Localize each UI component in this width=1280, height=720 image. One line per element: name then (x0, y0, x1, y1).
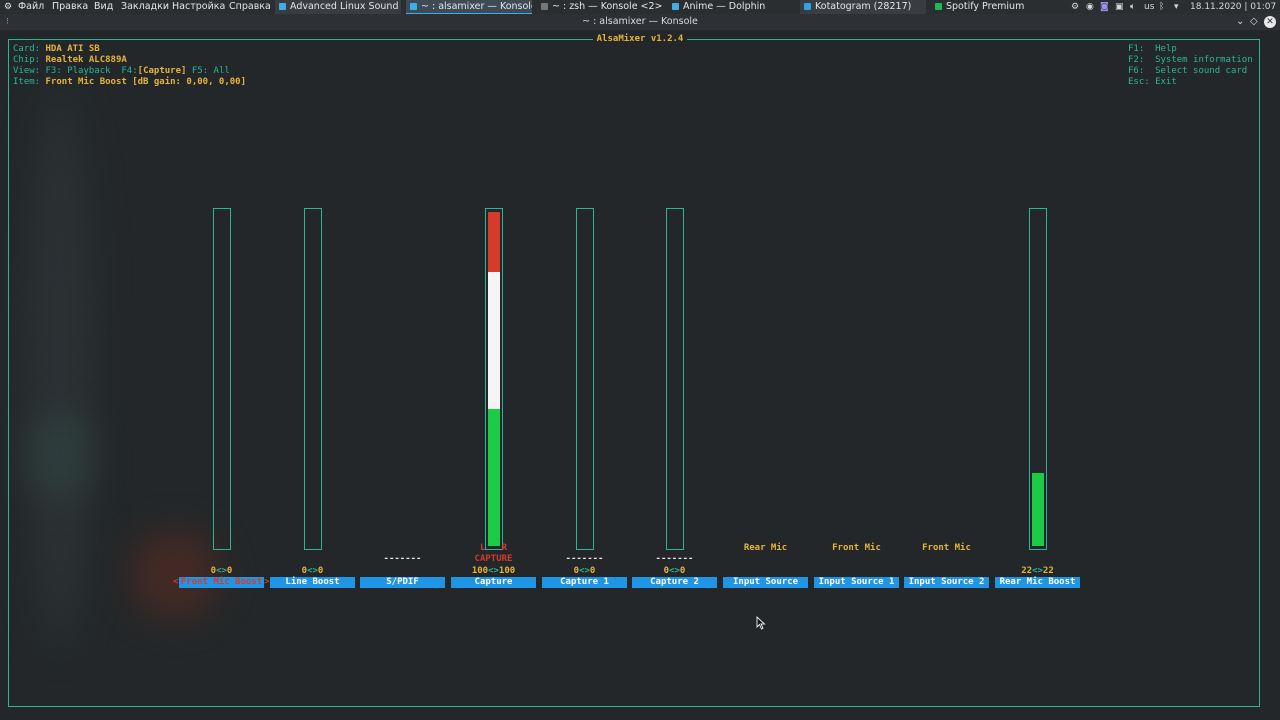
volume-slider[interactable] (212, 208, 231, 550)
tray-record-icon[interactable]: ◉ (1086, 0, 1094, 14)
alsamixer-title: AlsaMixer v1.2.4 (0, 33, 1280, 45)
task-item[interactable]: Kotatogram (28217) (800, 0, 926, 14)
volume-slider[interactable] (665, 208, 684, 550)
task-item[interactable]: ~ : alsamixer — Konsole (406, 0, 532, 14)
control-label[interactable]: Capture 2 (632, 577, 717, 588)
task-label: Spotify Premium (946, 1, 1025, 12)
level-fill-white (487, 272, 500, 409)
view-all[interactable]: F5: All (192, 66, 230, 76)
volume-value: 22<>22 (1021, 566, 1054, 576)
tray-settings-icon[interactable]: ⚙ (1071, 0, 1079, 14)
view-info: View: F3: Playback F4:[Capture] F5: All (13, 66, 230, 76)
expand-tray-icon[interactable]: ▾ (1174, 0, 1179, 14)
selection-arrow-left: < (173, 577, 179, 587)
enum-value[interactable]: Front Mic (812, 543, 902, 554)
bluetooth-icon[interactable]: ᛒ (1159, 0, 1164, 14)
task-item[interactable]: Spotify Premium (931, 0, 1057, 14)
capture-switch[interactable]: ------- (540, 554, 630, 565)
chip-info: Chip: Realtek ALC889A (13, 55, 127, 65)
volume-value: 0<>0 (210, 566, 233, 576)
help-f2[interactable]: F2: System information (1128, 55, 1253, 66)
task-item[interactable]: Anime — Dolphin (668, 0, 794, 14)
control-label[interactable]: Input Source 2 (904, 577, 989, 588)
window-titlebar[interactable]: ⁝ ~ : alsamixer — Konsole ⌄ ◇ ✕ (0, 14, 1280, 30)
window-title: ~ : alsamixer — Konsole (582, 16, 698, 27)
maximize-icon[interactable]: ◇ (1250, 14, 1258, 30)
task-app-icon (279, 3, 286, 10)
volume-slider[interactable] (1028, 208, 1047, 550)
item-info: Item: Front Mic Boost [dB gain: 0,00, 0,… (13, 77, 246, 87)
mouse-cursor-icon (756, 616, 766, 630)
task-item[interactable]: Advanced Linux Sound ... (275, 0, 401, 14)
task-app-icon (804, 3, 811, 10)
task-app-icon (541, 3, 548, 10)
control-label[interactable]: Rear Mic Boost (995, 577, 1080, 588)
enum-value[interactable]: Rear Mic (721, 543, 811, 554)
menu-file[interactable]: Файл (18, 0, 44, 14)
task-item[interactable]: ~ : zsh — Konsole <2> (537, 0, 663, 14)
control-label[interactable]: Capture 1 (542, 577, 627, 588)
control-label[interactable]: Capture (451, 577, 536, 588)
volume-value: 0<>0 (663, 566, 686, 576)
capture-switch[interactable]: ------- (358, 554, 448, 565)
menu-view[interactable]: Вид (94, 0, 113, 14)
volume-slider[interactable] (484, 208, 503, 550)
menu-settings[interactable]: Настройка (172, 0, 225, 14)
control-label[interactable]: Input Source 1 (814, 577, 899, 588)
alsamixer-frame (8, 39, 1260, 707)
tray-network-icon[interactable]: ▣ (1115, 0, 1124, 14)
volume-value: 100<>100 (471, 566, 516, 576)
top-panel: ⚙ Файл Правка Вид Закладки Настройка Спр… (0, 0, 1280, 14)
volume-value: 0<>0 (301, 566, 324, 576)
menu-help[interactable]: Справка (229, 0, 271, 14)
menu-edit[interactable]: Правка (52, 0, 88, 14)
help-f1[interactable]: F1: Help (1128, 44, 1177, 55)
card-info: Card: HDA ATI SB (13, 44, 100, 54)
tray-volume-icon[interactable]: 🔈︎ (1130, 0, 1135, 14)
tray-app-icon[interactable]: ◙ (1100, 0, 1109, 14)
clock[interactable]: 18.11.2020 | 01:07 (1190, 0, 1276, 14)
task-app-icon (672, 3, 679, 10)
help-esc[interactable]: Esc: Exit (1128, 77, 1177, 88)
view-playback[interactable]: F3: Playback (46, 66, 111, 76)
help-f6[interactable]: F6: Select sound card (1128, 66, 1247, 77)
control-label[interactable]: Front Mic Boost (179, 577, 264, 588)
capture-switch[interactable]: ------- (630, 554, 720, 565)
task-label: ~ : alsamixer — Konsole (421, 1, 532, 12)
menu-bookmarks[interactable]: Закладки (121, 0, 169, 14)
task-label: ~ : zsh — Konsole <2> (552, 1, 663, 12)
capture-switch[interactable]: CAPTURE (449, 554, 539, 565)
minimize-icon[interactable]: ⌄ (1236, 14, 1244, 30)
control-label[interactable]: Input Source (723, 577, 808, 588)
close-icon[interactable]: ✕ (1264, 16, 1276, 28)
task-label: Anime — Dolphin (683, 1, 766, 12)
volume-slider[interactable] (303, 208, 322, 550)
keyboard-layout-indicator[interactable]: us (1144, 0, 1154, 14)
task-label: Kotatogram (28217) (815, 1, 912, 12)
volume-value: 0<>0 (573, 566, 596, 576)
terminal-area[interactable]: AlsaMixer v1.2.4 Card: HDA ATI SB Chip: … (0, 30, 1280, 720)
capture-lr-indicator: L R (479, 543, 508, 553)
level-fill-green (487, 409, 500, 546)
level-fill-red (487, 212, 500, 272)
view-capture[interactable]: [Capture] (138, 66, 187, 76)
app-launcher-icon[interactable]: ⚙ (4, 0, 12, 14)
task-app-icon (935, 3, 942, 10)
selection-arrow-right: > (264, 577, 270, 587)
enum-value[interactable]: Front Mic (902, 543, 992, 554)
task-app-icon (410, 3, 417, 10)
task-label: Advanced Linux Sound ... (290, 1, 401, 12)
control-label[interactable]: Line Boost (270, 577, 355, 588)
control-label[interactable]: S/PDIF (360, 577, 445, 588)
volume-slider[interactable] (575, 208, 594, 550)
level-fill-green (1031, 473, 1044, 546)
